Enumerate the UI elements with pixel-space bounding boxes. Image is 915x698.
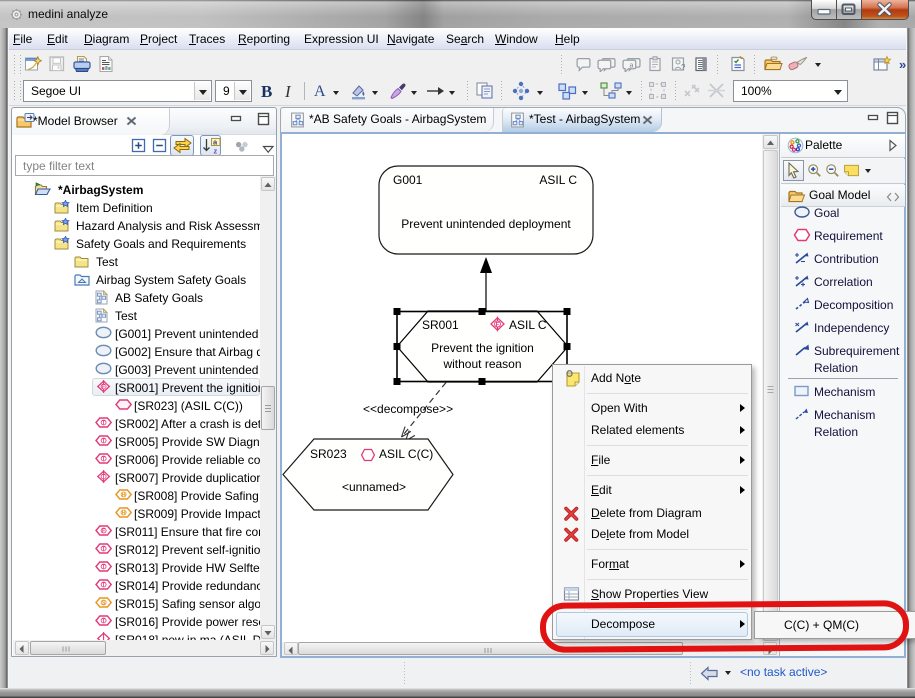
svg-text:F: F <box>102 384 105 390</box>
svg-text:z: z <box>214 147 218 156</box>
svg-text:S: S <box>102 600 106 606</box>
svg-text:F: F <box>102 528 105 534</box>
svg-text:?: ? <box>681 63 686 72</box>
svg-text:H: H <box>122 492 126 498</box>
svg-text:H: H <box>122 510 126 516</box>
svg-text:F: F <box>496 322 500 328</box>
